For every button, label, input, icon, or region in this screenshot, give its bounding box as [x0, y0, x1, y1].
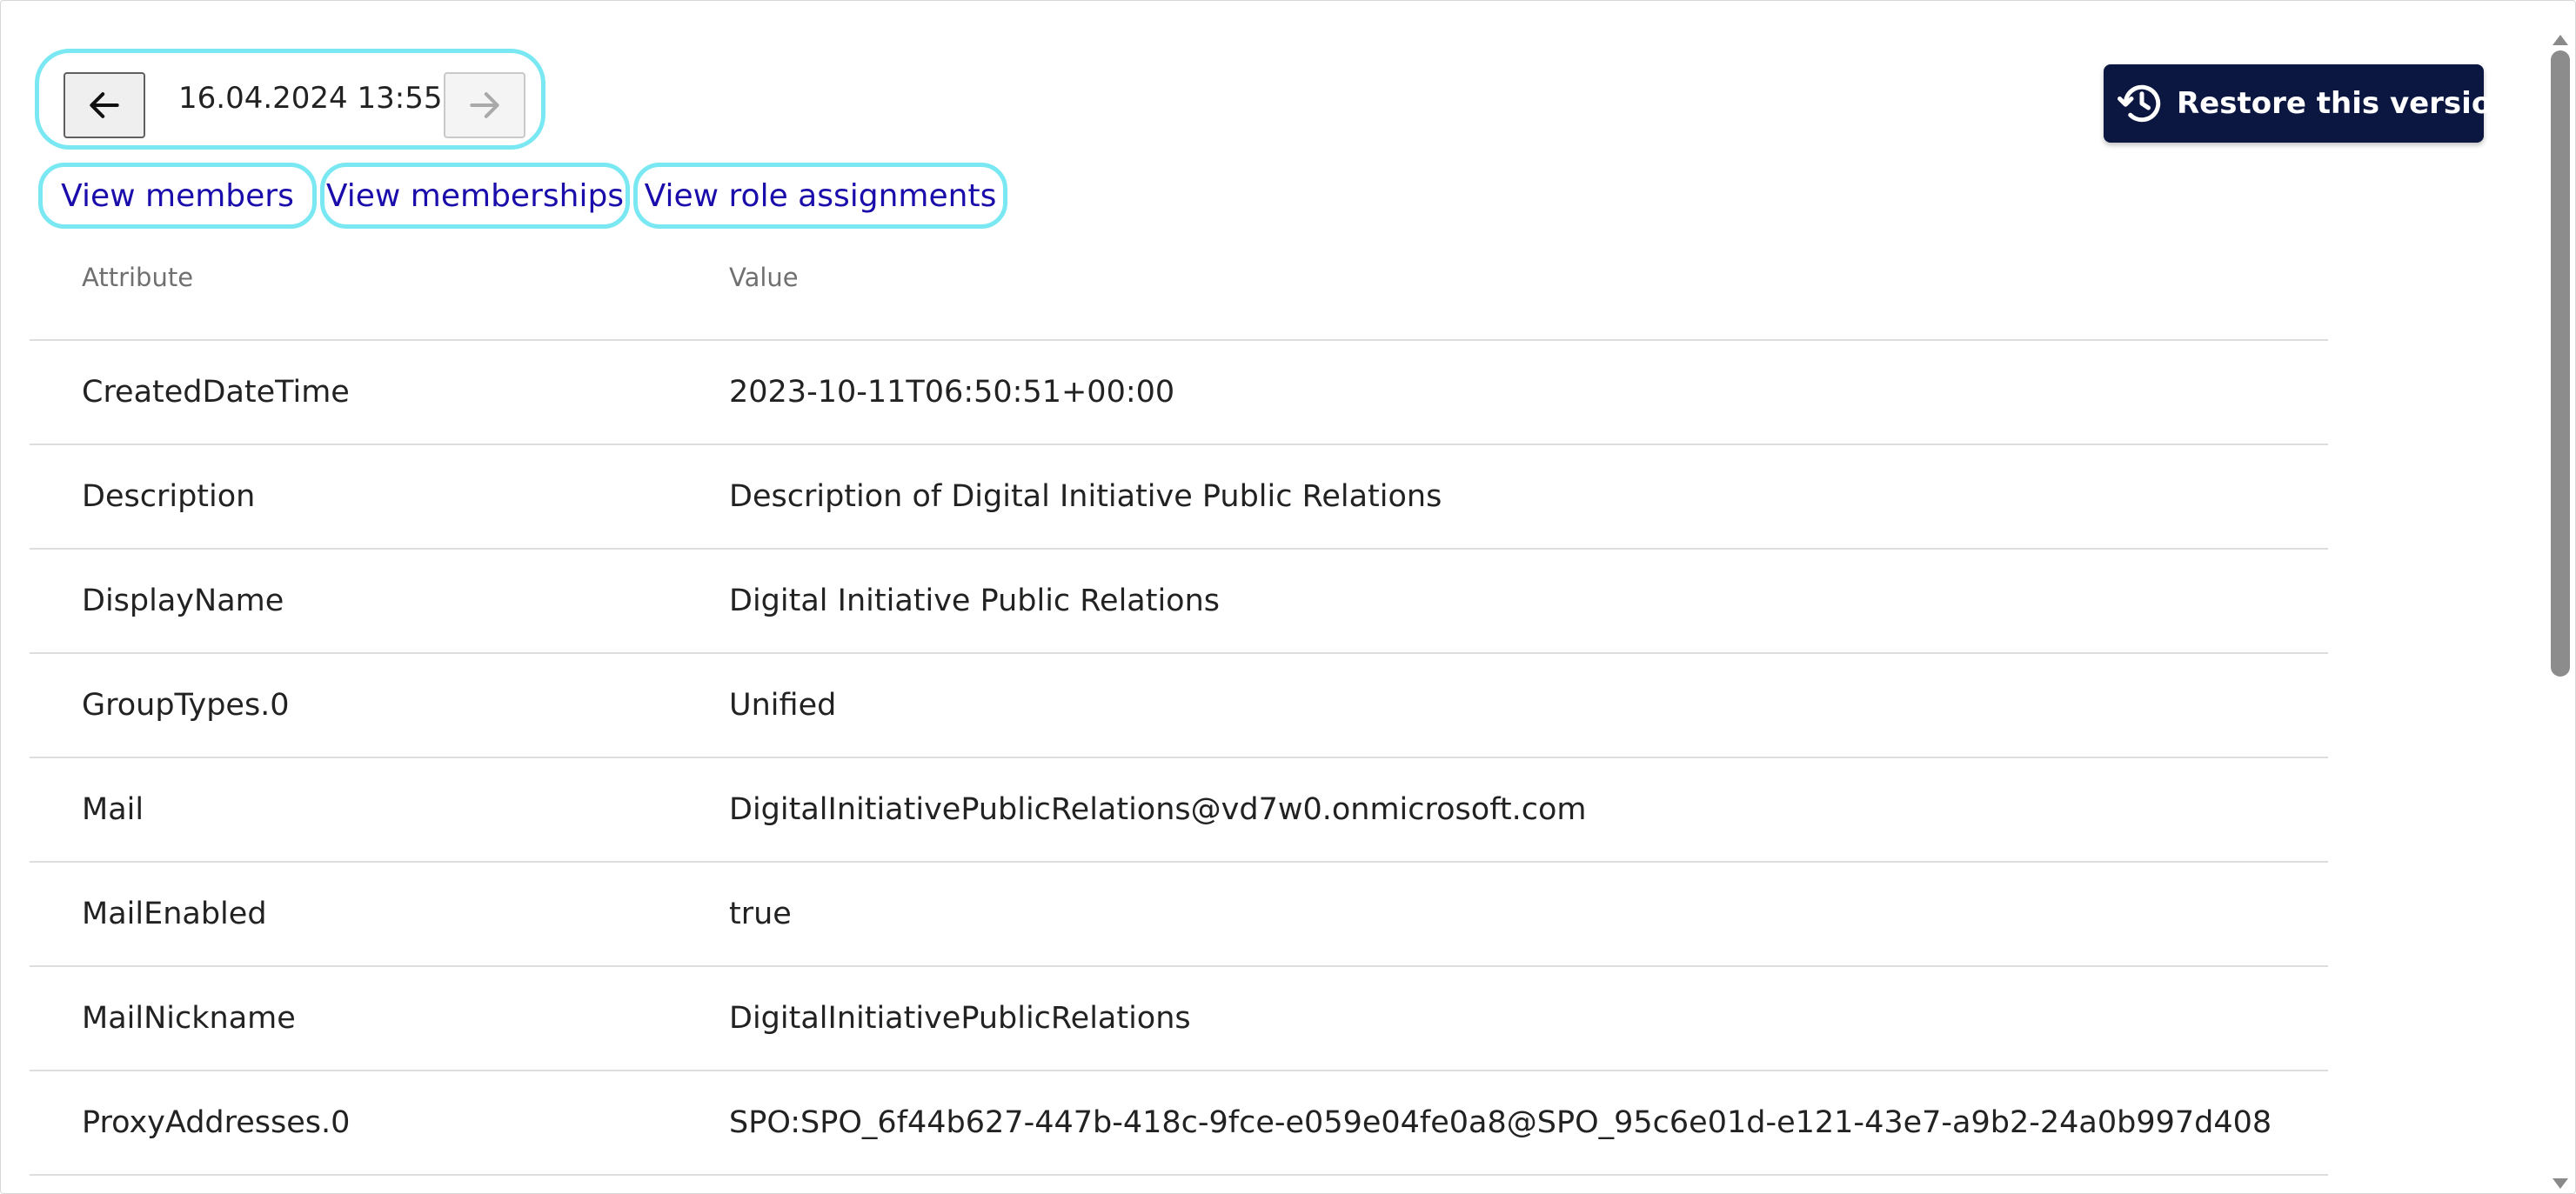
value-cell: DigitalInitiativePublicRelations: [729, 1001, 1191, 1036]
attribute-cell: DisplayName: [82, 584, 284, 618]
attribute-cell: CreatedDateTime: [82, 375, 350, 410]
scroll-down-arrow-icon[interactable]: [2553, 1178, 2568, 1189]
table-row: CreatedDateTime 2023-10-11T06:50:51+00:0…: [30, 341, 2328, 445]
value-cell: DigitalInitiativePublicRelations@vd7w0.o…: [729, 792, 1587, 827]
table-row: MailEnabled true: [30, 863, 2328, 967]
previous-version-button[interactable]: [64, 72, 145, 138]
table-row: Description Description of Digital Initi…: [30, 445, 2328, 550]
value-column-header: Value: [729, 263, 799, 292]
value-cell: Description of Digital Initiative Public…: [729, 479, 1442, 514]
history-restore-icon: [2116, 77, 2168, 130]
view-members-link[interactable]: View members: [38, 163, 317, 229]
attribute-column-header: Attribute: [82, 263, 194, 292]
version-date: 16.04.2024 13:55: [178, 81, 443, 116]
attributes-table: Attribute Value CreatedDateTime 2023-10-…: [30, 235, 2328, 1176]
attribute-cell: ProxyAddresses.0: [82, 1105, 351, 1140]
attribute-cell: Mail: [82, 792, 144, 827]
table-header: Attribute Value: [30, 235, 2328, 341]
scroll-up-arrow-icon[interactable]: [2553, 35, 2568, 45]
attribute-cell: Description: [82, 479, 256, 514]
value-cell: 2023-10-11T06:50:51+00:00: [729, 375, 1175, 410]
table-row: ProxyAddresses.0 SPO:SPO_6f44b627-447b-4…: [30, 1071, 2328, 1176]
restore-version-button[interactable]: Restore this version: [2104, 64, 2512, 143]
version-navigator: 16.04.2024 13:55: [35, 49, 545, 150]
scrollbar-thumb[interactable]: [2551, 50, 2570, 677]
value-cell: Unified: [729, 688, 837, 723]
arrow-right-icon: [470, 92, 499, 118]
view-memberships-link[interactable]: View memberships: [320, 163, 630, 229]
table-row: MailNickname DigitalInitiativePublicRela…: [30, 967, 2328, 1071]
table-row: Mail DigitalInitiativePublicRelations@vd…: [30, 758, 2328, 863]
vertical-scrollbar[interactable]: [2547, 35, 2573, 1194]
attribute-cell: MailEnabled: [82, 897, 267, 931]
restore-version-label: Restore this version: [2177, 86, 2513, 121]
value-cell: Digital Initiative Public Relations: [729, 584, 1221, 618]
view-role-assignments-link[interactable]: View role assignments: [633, 163, 1007, 229]
arrow-left-icon: [90, 92, 119, 118]
table-row: DisplayName Digital Initiative Public Re…: [30, 550, 2328, 654]
attribute-cell: MailNickname: [82, 1001, 296, 1036]
value-cell: SPO:SPO_6f44b627-447b-418c-9fce-e059e04f…: [729, 1105, 2272, 1140]
value-cell: true: [729, 897, 792, 931]
table-row: GroupTypes.0 Unified: [30, 654, 2328, 758]
next-version-button[interactable]: [444, 72, 525, 138]
attribute-cell: GroupTypes.0: [82, 688, 290, 723]
